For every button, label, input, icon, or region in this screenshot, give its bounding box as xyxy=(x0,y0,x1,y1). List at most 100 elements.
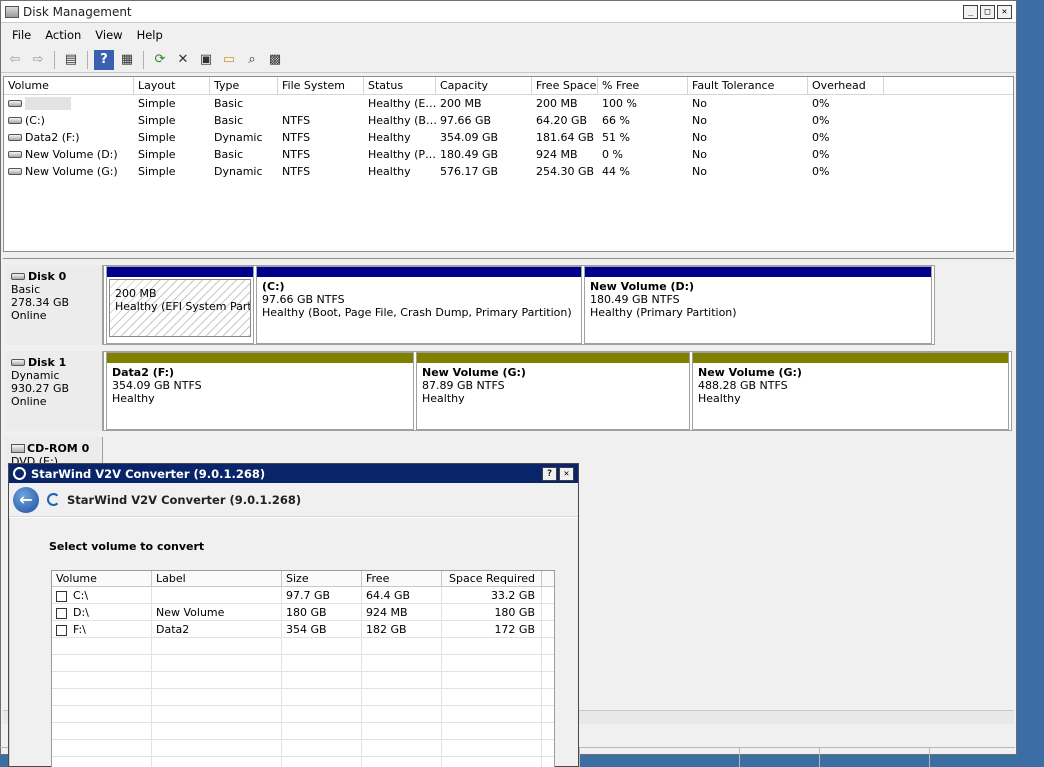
cell-percent-free: 44 % xyxy=(602,165,630,178)
disk-0-size: 278.34 GB xyxy=(11,296,70,309)
cell-percent-free: 0 % xyxy=(602,148,623,161)
menu-help[interactable]: Help xyxy=(130,28,170,42)
column-header-layout[interactable]: Layout xyxy=(134,77,210,94)
cell-type: Dynamic xyxy=(214,165,263,178)
column-header-type[interactable]: Type xyxy=(210,77,278,94)
cell-fault-tolerance: No xyxy=(692,114,707,127)
show-hide-console-tree-icon[interactable]: ▤ xyxy=(61,50,81,70)
table-row[interactable]: (C:) Simple Basic NTFS Healthy (B… 97.66… xyxy=(4,112,1013,129)
empty-row xyxy=(52,638,554,655)
minimize-button[interactable]: _ xyxy=(963,4,978,19)
table-row[interactable]: D:\ New Volume 180 GB 924 MB 180 GB xyxy=(52,604,554,621)
disk-0-partition-d[interactable]: New Volume (D:) 180.49 GB NTFS Healthy (… xyxy=(584,266,932,344)
disk-1-state: Online xyxy=(11,395,47,408)
properties-icon[interactable]: ▦ xyxy=(117,50,137,70)
cell-overhead: 0% xyxy=(812,114,830,127)
forward-arrow-icon[interactable]: ⇨ xyxy=(28,50,48,70)
cell-overhead: 0% xyxy=(812,165,830,178)
cell-file-system: NTFS xyxy=(282,114,311,127)
table-row[interactable]: New Volume (D:) Simple Basic NTFS Health… xyxy=(4,146,1013,163)
disk-settings-icon[interactable]: ▩ xyxy=(265,50,285,70)
cell-fault-tolerance: No xyxy=(692,131,707,144)
table-row[interactable]: F:\ Data2 354 GB 182 GB 172 GB xyxy=(52,621,554,638)
table-row[interactable]: Simple Basic Healthy (E… 200 MB 200 MB 1… xyxy=(4,95,1013,112)
dialog-title-bar: StarWind V2V Converter (9.0.1.268) ? ✕ xyxy=(9,464,578,483)
column-header-space-required[interactable]: Space Required xyxy=(442,571,542,586)
column-header-volume[interactable]: Volume xyxy=(52,571,152,586)
column-header-percent-free[interactable]: % Free xyxy=(598,77,688,94)
wizard-header: ← StarWind V2V Converter (9.0.1.268) xyxy=(9,483,578,517)
open-folder-icon[interactable]: ▭ xyxy=(219,50,239,70)
disk-1-partition-g-2[interactable]: New Volume (G:) 488.28 GB NTFS Healthy xyxy=(692,352,1009,430)
partition-size: 488.28 GB NTFS xyxy=(698,379,788,392)
cell-label: Data2 xyxy=(152,621,282,637)
back-arrow-icon[interactable]: ⇦ xyxy=(5,50,25,70)
menu-action[interactable]: Action xyxy=(38,28,88,42)
disk-1-label[interactable]: Disk 1 Dynamic 930.27 GB Online xyxy=(5,351,103,431)
disk-1-name: Disk 1 xyxy=(28,356,67,369)
partition-status: Healthy (Primary Partition) xyxy=(590,306,737,319)
column-header-capacity[interactable]: Capacity xyxy=(436,77,532,94)
volume-table-header: Volume Label Size Free Space Required xyxy=(52,571,554,587)
dialog-close-button[interactable]: ✕ xyxy=(559,466,574,481)
partition-name: (C:) xyxy=(262,280,285,293)
help-icon[interactable]: ? xyxy=(94,49,114,70)
wizard-title: StarWind V2V Converter (9.0.1.268) xyxy=(67,492,302,507)
column-header-volume[interactable]: Volume xyxy=(4,77,134,94)
column-header-free[interactable]: Free xyxy=(362,571,442,586)
cell-layout: Simple xyxy=(138,131,176,144)
column-header-free-space[interactable]: Free Space xyxy=(532,77,598,94)
title-bar: Disk Management _ □ ✕ xyxy=(1,1,1016,23)
cell-volume: New Volume (D:) xyxy=(25,148,118,161)
column-header-fault-tolerance[interactable]: Fault Tolerance xyxy=(688,77,808,94)
cell-status: Healthy (B… xyxy=(368,114,436,127)
cdrom-icon xyxy=(11,444,25,453)
find-icon[interactable]: ⌕ xyxy=(242,50,262,70)
disk-management-app-icon xyxy=(5,5,19,18)
partition-status: Healthy xyxy=(112,392,155,405)
volume-list[interactable]: Volume Layout Type File System Status Ca… xyxy=(3,76,1014,252)
disk-1-partition-g-1[interactable]: New Volume (G:) 87.89 GB NTFS Healthy xyxy=(416,352,690,430)
menu-file[interactable]: File xyxy=(5,28,38,42)
volume-checkbox[interactable] xyxy=(56,590,67,602)
disk-1-partition-f[interactable]: Data2 (F:) 354.09 GB NTFS Healthy xyxy=(106,352,414,430)
table-row[interactable]: Data2 (F:) Simple Dynamic NTFS Healthy 3… xyxy=(4,129,1013,146)
cell-capacity: 97.66 GB xyxy=(440,114,492,127)
properties-sheet-icon[interactable]: ▣ xyxy=(196,50,216,70)
disk-0-name: Disk 0 xyxy=(28,270,67,283)
column-header-overhead[interactable]: Overhead xyxy=(808,77,884,94)
volume-icon xyxy=(8,100,22,107)
column-header-size[interactable]: Size xyxy=(282,571,362,586)
dialog-help-button[interactable]: ? xyxy=(542,466,557,481)
close-button[interactable]: ✕ xyxy=(997,4,1012,19)
cell-space-required: 180 GB xyxy=(442,604,542,620)
redacted-volume-name xyxy=(25,97,71,110)
cell-volume: New Volume (G:) xyxy=(25,165,118,178)
cell-percent-free: 66 % xyxy=(602,114,630,127)
disk-0-label[interactable]: Disk 0 Basic 278.34 GB Online xyxy=(5,265,103,345)
menu-bar: File Action View Help xyxy=(1,23,1016,47)
maximize-button[interactable]: □ xyxy=(980,4,995,19)
column-header-file-system[interactable]: File System xyxy=(278,77,364,94)
volume-selection-table[interactable]: Volume Label Size Free Space Required C:… xyxy=(51,570,555,767)
column-header-status[interactable]: Status xyxy=(364,77,436,94)
delete-icon[interactable]: ✕ xyxy=(173,50,193,70)
cell-layout: Simple xyxy=(138,97,176,110)
table-row[interactable]: New Volume (G:) Simple Dynamic NTFS Heal… xyxy=(4,163,1013,180)
volume-checkbox[interactable] xyxy=(56,607,67,619)
cell-file-system: NTFS xyxy=(282,165,311,178)
disk-0-partition-c[interactable]: (C:) 97.66 GB NTFS Healthy (Boot, Page F… xyxy=(256,266,582,344)
cell-free-space: 64.20 GB xyxy=(536,114,588,127)
table-row[interactable]: C:\ 97.7 GB 64.4 GB 33.2 GB xyxy=(52,587,554,604)
disk-0-type: Basic xyxy=(11,283,41,296)
back-button[interactable]: ← xyxy=(13,486,39,513)
refresh-icon[interactable]: ⟳ xyxy=(150,50,170,70)
menu-view[interactable]: View xyxy=(88,28,129,42)
column-header-label[interactable]: Label xyxy=(152,571,282,586)
cell-status: Healthy xyxy=(368,165,411,178)
cell-type: Dynamic xyxy=(214,131,263,144)
volume-checkbox[interactable] xyxy=(56,624,67,636)
disk-0-partition-efi[interactable]: 200 MB Healthy (EFI System Partitio xyxy=(106,266,254,344)
starwind-converter-dialog: StarWind V2V Converter (9.0.1.268) ? ✕ ←… xyxy=(8,463,579,767)
partition-name: New Volume (G:) xyxy=(422,366,526,379)
